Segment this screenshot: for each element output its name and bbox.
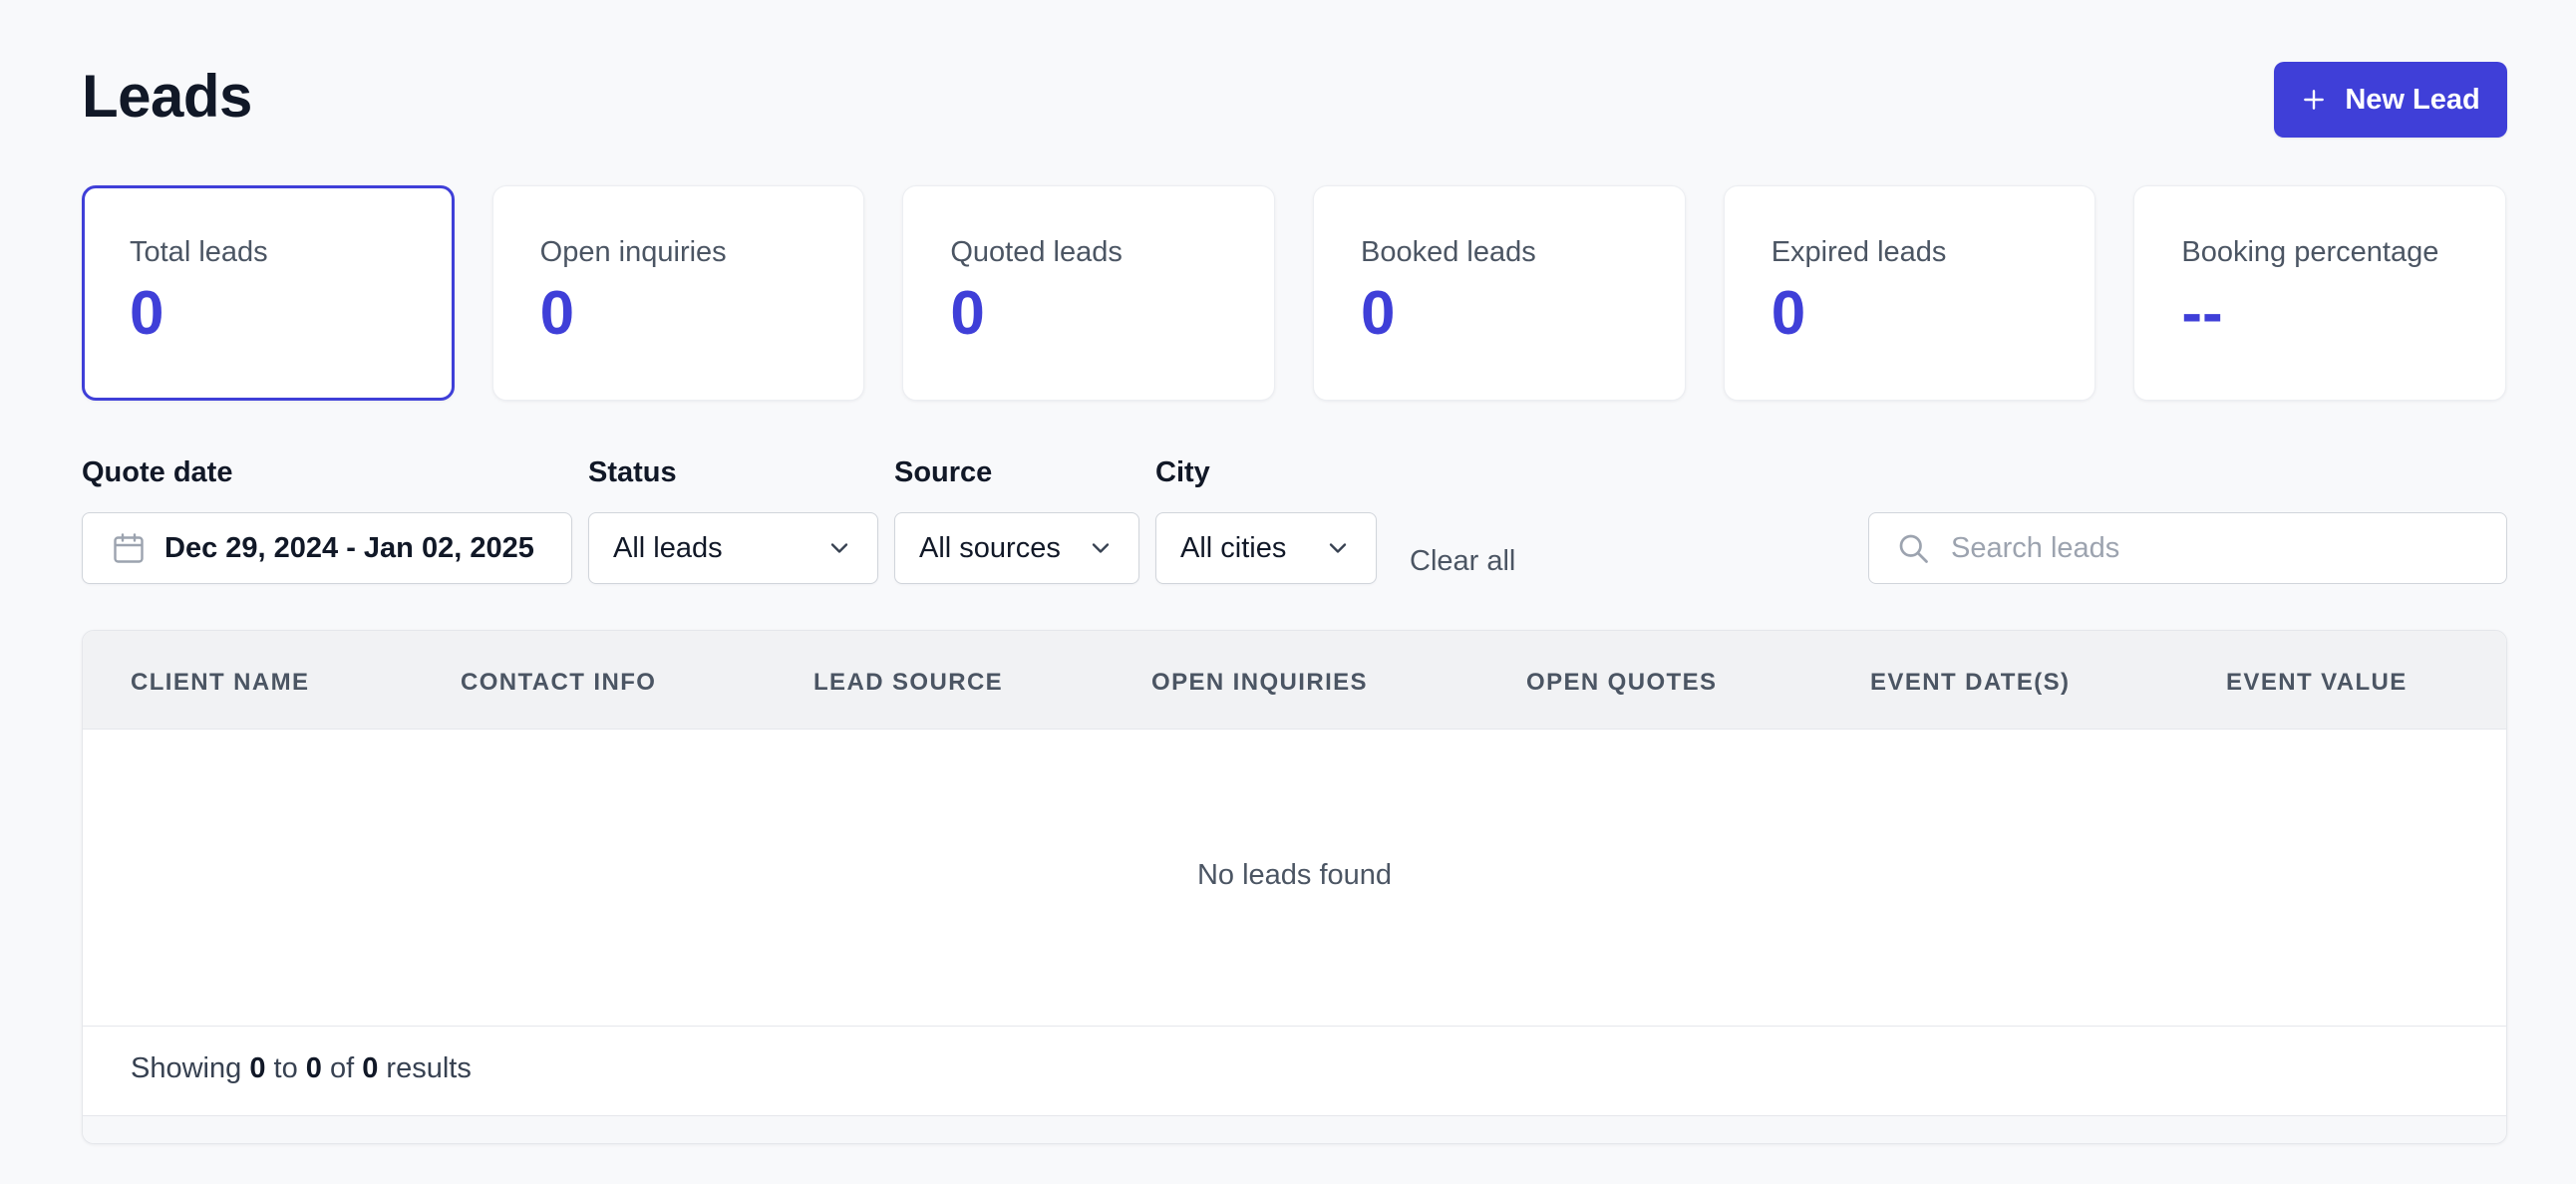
calendar-icon bbox=[114, 533, 144, 563]
search-input[interactable] bbox=[1951, 531, 2469, 565]
plus-icon bbox=[2304, 90, 2325, 110]
range-from: 0 bbox=[249, 1052, 266, 1084]
source-select-value: All sources bbox=[919, 531, 1061, 564]
stat-cards: Total leads 0 Open inquiries 0 Quoted le… bbox=[82, 185, 2507, 401]
table-bottom-bar bbox=[83, 1116, 2506, 1143]
stat-card-expired-leads[interactable]: Expired leads 0 bbox=[1723, 185, 2096, 401]
column-header-client-name[interactable]: CLIENT NAME bbox=[131, 669, 309, 697]
city-select[interactable]: All cities bbox=[1155, 512, 1377, 584]
clear-all-button[interactable]: Clear all bbox=[1410, 545, 1515, 578]
stat-label: Expired leads bbox=[1771, 236, 1947, 268]
chevron-down-icon bbox=[1329, 543, 1347, 553]
column-header-contact-info[interactable]: CONTACT INFO bbox=[461, 669, 656, 697]
table-footer: Showing 0 to 0 of 0 results bbox=[83, 1027, 2506, 1116]
new-lead-button[interactable]: New Lead bbox=[2274, 62, 2507, 138]
leads-page: Leads New Lead Total leads 0 Open inquir… bbox=[0, 0, 2576, 1184]
results-total: 0 bbox=[362, 1052, 379, 1084]
column-header-event-value[interactable]: EVENT VALUE bbox=[2226, 669, 2408, 697]
search-box bbox=[1868, 512, 2507, 584]
showing-word: Showing bbox=[131, 1052, 242, 1084]
page-title: Leads bbox=[82, 63, 252, 130]
source-select[interactable]: All sources bbox=[894, 512, 1139, 584]
stat-value: -- bbox=[2181, 279, 2223, 348]
stat-card-total-leads[interactable]: Total leads 0 bbox=[82, 185, 455, 401]
date-range-value: Dec 29, 2024 - Jan 02, 2025 bbox=[164, 531, 534, 564]
status-select[interactable]: All leads bbox=[588, 512, 878, 584]
new-lead-label: New Lead bbox=[2345, 83, 2480, 116]
stat-label: Quoted leads bbox=[950, 236, 1123, 268]
table-header: CLIENT NAME CONTACT INFO LEAD SOURCE OPE… bbox=[83, 631, 2506, 730]
stat-label: Open inquiries bbox=[539, 236, 727, 268]
stat-value: 0 bbox=[1771, 279, 1806, 348]
status-label: Status bbox=[588, 456, 677, 488]
table-body: No leads found bbox=[83, 730, 2506, 1027]
stat-value: 0 bbox=[1361, 279, 1396, 348]
leads-table: CLIENT NAME CONTACT INFO LEAD SOURCE OPE… bbox=[82, 630, 2507, 1144]
column-header-lead-source[interactable]: LEAD SOURCE bbox=[813, 669, 1003, 697]
of-word: of bbox=[329, 1052, 355, 1084]
source-label: Source bbox=[894, 456, 993, 488]
city-label: City bbox=[1155, 456, 1210, 488]
stat-value: 0 bbox=[950, 279, 985, 348]
to-word: to bbox=[273, 1052, 298, 1084]
status-select-value: All leads bbox=[613, 531, 723, 564]
chevron-down-icon bbox=[1092, 543, 1110, 553]
pagination-summary: Showing 0 to 0 of 0 results bbox=[131, 1052, 472, 1085]
quote-date-label: Quote date bbox=[82, 456, 233, 488]
stat-card-open-inquiries[interactable]: Open inquiries 0 bbox=[491, 185, 865, 401]
stat-card-quoted-leads[interactable]: Quoted leads 0 bbox=[902, 185, 1276, 401]
results-word: results bbox=[386, 1052, 472, 1084]
chevron-down-icon bbox=[830, 543, 848, 553]
column-header-open-inquiries[interactable]: OPEN INQUIRIES bbox=[1151, 669, 1368, 697]
column-header-open-quotes[interactable]: OPEN QUOTES bbox=[1526, 669, 1717, 697]
empty-state-message: No leads found bbox=[1196, 859, 1393, 891]
stat-label: Booked leads bbox=[1361, 236, 1536, 268]
stat-value: 0 bbox=[539, 279, 575, 348]
stat-card-booked-leads[interactable]: Booked leads 0 bbox=[1313, 185, 1686, 401]
stat-label: Total leads bbox=[130, 236, 268, 268]
date-range-picker[interactable]: Dec 29, 2024 - Jan 02, 2025 bbox=[82, 512, 572, 584]
stat-value: 0 bbox=[130, 279, 164, 348]
range-to: 0 bbox=[305, 1052, 322, 1084]
stat-label: Booking percentage bbox=[2181, 236, 2439, 268]
column-header-event-dates[interactable]: EVENT DATE(S) bbox=[1870, 669, 2070, 697]
search-icon bbox=[1899, 534, 1928, 563]
city-select-value: All cities bbox=[1180, 531, 1287, 564]
stat-card-booking-percentage[interactable]: Booking percentage -- bbox=[2133, 185, 2507, 401]
